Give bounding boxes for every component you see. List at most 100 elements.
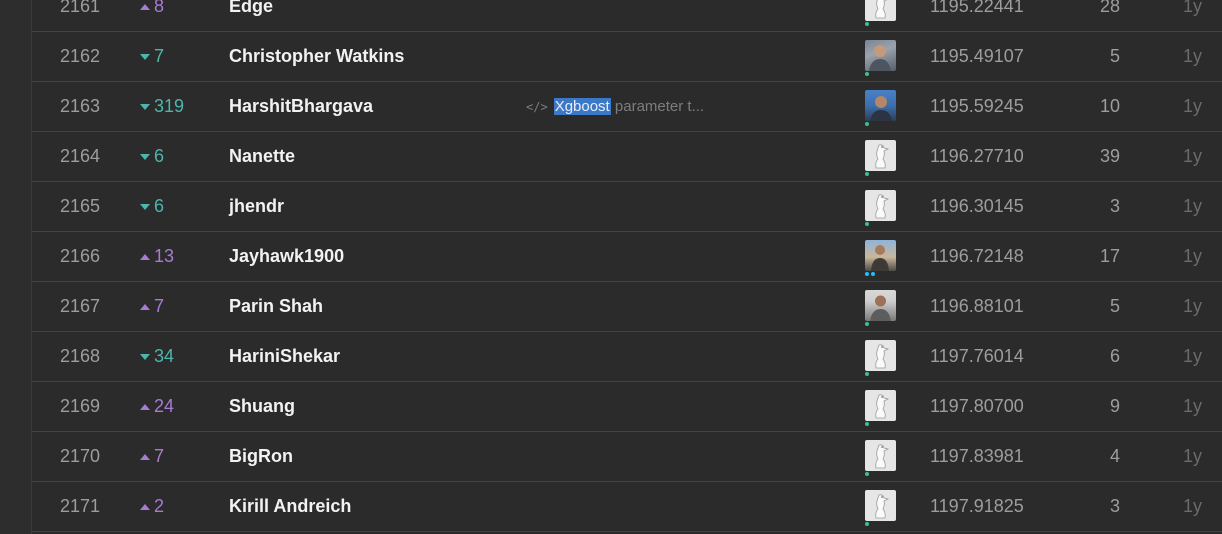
team-member-avatar[interactable] [865,132,899,181]
leaderboard-row[interactable]: 2167 7 Parin Shah 1196.88101 5 1y [32,282,1222,332]
rank-down-icon [140,203,150,210]
status-dot [865,172,869,176]
score-cell: 1196.27710 [930,146,1024,166]
last-submission-cell: 1y [1182,146,1202,166]
rank-cell: 2170 [60,446,101,466]
leaderboard-row[interactable]: 2165 6 jhendr 1196.30145 3 1y [32,182,1222,232]
status-dot [865,272,869,276]
leaderboard-row[interactable]: 2164 6 Nanette 1196.27710 39 1y [32,132,1222,182]
status-dot [865,122,869,126]
team-name-link[interactable]: Kirill Andreich [229,482,509,531]
team-name-link[interactable]: Nanette [229,132,509,181]
member-status-dots [865,172,869,176]
member-status-dots [865,222,869,226]
team-member-avatar[interactable] [865,232,899,281]
team-name-link[interactable]: Parin Shah [229,282,509,331]
score-cell: 1196.72148 [930,246,1024,266]
user-photo-avatar [865,40,896,71]
member-status-dots [865,322,869,326]
score-cell: 1197.83981 [930,446,1024,466]
kernel-link[interactable]: </> Xgboost parameter t... [526,82,726,131]
last-submission-cell: 1y [1182,496,1202,516]
rank-cell: 2169 [60,396,101,416]
score-cell: 1195.22441 [930,0,1024,16]
left-gutter [0,0,32,534]
rank-change-value: 6 [154,196,165,216]
entries-cell: 3 [1109,496,1120,516]
team-member-avatar[interactable] [865,0,899,31]
team-name-link[interactable]: Edge [229,0,509,31]
user-photo-avatar [865,290,896,321]
rank-cell: 2168 [60,346,101,366]
team-name-link[interactable]: jhendr [229,182,509,231]
team-name-link[interactable]: HariniShekar [229,332,509,381]
rank-change-value: 2 [154,496,165,516]
entries-cell: 6 [1109,346,1120,366]
leaderboard-row[interactable]: 2168 34 HariniShekar 1197.76014 6 1y [32,332,1222,382]
status-dot [865,322,869,326]
last-submission-cell: 1y [1182,96,1202,116]
last-submission-cell: 1y [1182,196,1202,216]
last-submission-cell: 1y [1182,296,1202,316]
entries-cell: 9 [1109,396,1120,416]
rank-change: 7 [140,432,210,481]
leaderboard-row[interactable]: 2169 24 Shuang 1197.80700 9 1y [32,382,1222,432]
rank-up-icon [140,3,150,10]
rank-down-icon [140,153,150,160]
team-name-link[interactable]: Christopher Watkins [229,32,509,81]
rank-cell: 2171 [60,496,101,516]
rank-cell: 2167 [60,296,101,316]
leaderboard-row[interactable]: 2171 2 Kirill Andreich 1197.91825 3 1y [32,482,1222,532]
team-name-link[interactable]: Shuang [229,382,509,431]
team-member-avatar[interactable] [865,182,899,231]
entries-cell: 17 [1099,246,1120,266]
leaderboard-row[interactable]: 2163 319 HarshitBhargava </> Xgboost para… [32,82,1222,132]
kernel-title-rest: parameter t... [610,98,705,115]
status-dot [865,22,869,26]
status-dot [865,222,869,226]
team-member-avatar[interactable] [865,332,899,381]
rank-cell: 2164 [60,146,101,166]
entries-cell: 10 [1099,96,1120,116]
goose-avatar-icon [865,140,896,171]
last-submission-cell: 1y [1182,446,1202,466]
score-cell: 1196.30145 [930,196,1024,216]
team-member-avatar[interactable] [865,482,899,531]
rank-up-icon [140,253,150,260]
member-status-dots [865,472,869,476]
rank-up-icon [140,403,150,410]
score-cell: 1196.88101 [930,296,1024,316]
leaderboard-row[interactable]: 2170 7 BigRon 1197.83981 4 1y [32,432,1222,482]
leaderboard-row[interactable]: 2161 8 Edge 1195.22441 28 1y [32,0,1222,32]
rank-cell: 2166 [60,246,101,266]
rank-change: 319 [140,82,210,131]
rank-change-value: 6 [154,146,165,166]
member-status-dots [865,22,869,26]
team-name-link[interactable]: BigRon [229,432,509,481]
rank-change-value: 8 [154,0,165,16]
leaderboard-row[interactable]: 2162 7 Christopher Watkins 1195.49107 5 … [32,32,1222,82]
entries-cell: 28 [1099,0,1120,16]
leaderboard-row[interactable]: 2166 13 Jayhawk1900 1196.72148 17 1y [32,232,1222,282]
rank-change: 8 [140,0,210,31]
team-member-avatar[interactable] [865,32,899,81]
status-dot [865,472,869,476]
team-member-avatar[interactable] [865,432,899,481]
goose-avatar-icon [865,190,896,221]
team-name-link[interactable]: Jayhawk1900 [229,232,509,281]
member-status-dots [865,522,869,526]
goose-avatar-icon [865,490,896,521]
rank-change-value: 7 [154,296,165,316]
rank-change-value: 7 [154,46,165,66]
team-member-avatar[interactable] [865,382,899,431]
status-dot [865,72,869,76]
team-member-avatar[interactable] [865,282,899,331]
team-member-avatar[interactable] [865,82,899,131]
rank-cell: 2161 [60,0,101,16]
leaderboard-table: 2161 8 Edge 1195.22441 28 1y 2162 7 Chri… [32,0,1222,532]
entries-cell: 39 [1099,146,1120,166]
last-submission-cell: 1y [1182,0,1202,16]
rank-up-icon [140,453,150,460]
team-name-link[interactable]: HarshitBhargava [229,82,509,131]
leaderboard-page: 2161 8 Edge 1195.22441 28 1y 2162 7 Chri… [0,0,1222,534]
